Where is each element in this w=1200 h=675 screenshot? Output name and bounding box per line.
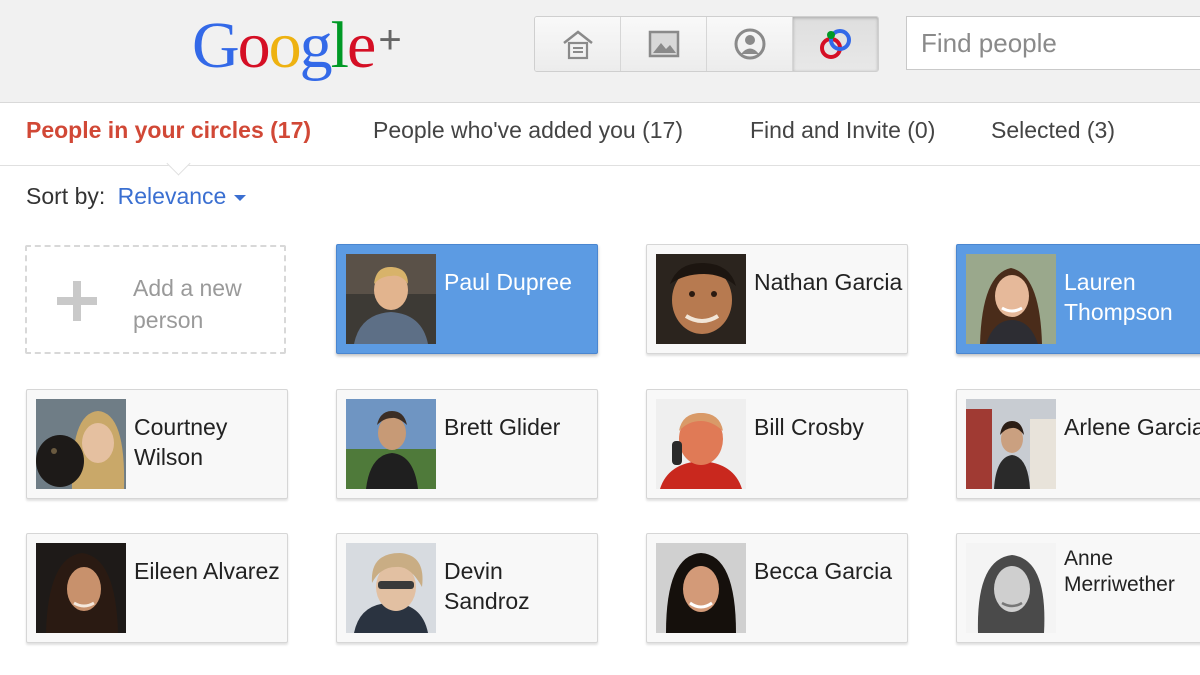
avatar <box>346 254 436 344</box>
avatar <box>36 399 126 489</box>
person-card[interactable]: Lauren Thompson <box>956 244 1200 354</box>
avatar <box>346 399 436 489</box>
active-tab-indicator <box>166 151 191 176</box>
person-card[interactable]: Courtney Wilson <box>26 389 288 499</box>
person-name: Devin Sandroz <box>444 558 530 614</box>
person-card[interactable]: Becca Garcia <box>646 533 908 643</box>
person-name: Arlene Garcia <box>1064 414 1200 440</box>
home-stream-icon <box>562 30 593 60</box>
main-nav <box>534 16 879 72</box>
person-name: Nathan Garcia <box>754 269 903 295</box>
avatar <box>966 254 1056 344</box>
avatar <box>656 399 746 489</box>
plus-icon <box>57 281 97 321</box>
tab-selected[interactable]: Selected (3) <box>991 117 1115 144</box>
sort-value: Relevance <box>117 183 227 209</box>
person-name: Anne Merriwether <box>1064 547 1175 596</box>
person-card[interactable]: Paul Dupree <box>336 244 598 354</box>
circles-icon <box>819 29 851 59</box>
nav-circles-button[interactable] <box>793 17 878 71</box>
avatar <box>656 543 746 633</box>
avatar <box>966 399 1056 489</box>
tab-find-and-invite[interactable]: Find and Invite (0) <box>750 117 935 144</box>
logo-letter: l <box>330 9 349 82</box>
tab-people-who-added-you[interactable]: People who've added you (17) <box>373 117 683 144</box>
person-card[interactable]: Anne Merriwether <box>956 533 1200 643</box>
profile-icon <box>734 28 765 60</box>
add-new-person-card[interactable]: Add a new person <box>25 245 286 354</box>
avatar <box>656 254 746 344</box>
tab-people-in-circles[interactable]: People in your circles (17) <box>26 117 311 144</box>
nav-home-button[interactable] <box>535 17 621 71</box>
photos-icon <box>648 30 679 58</box>
person-card[interactable]: Eileen Alvarez <box>26 533 288 643</box>
person-card[interactable]: Bill Crosby <box>646 389 908 499</box>
chevron-down-icon <box>234 194 247 201</box>
person-name: Bill Crosby <box>754 414 864 440</box>
person-card[interactable]: Devin Sandroz <box>336 533 598 643</box>
google-plus-logo[interactable]: G o o g l e + <box>192 8 402 88</box>
sort-dropdown[interactable]: Relevance <box>118 183 247 209</box>
circle-tabs: People in your circles (17) People who'v… <box>0 103 1200 176</box>
logo-letter: o <box>237 9 271 82</box>
logo-letter: G <box>192 9 240 82</box>
find-people-input[interactable] <box>906 16 1200 70</box>
sort-control: Sort by: Relevance <box>26 183 247 210</box>
logo-letter: o <box>268 9 302 82</box>
person-card[interactable]: Brett Glider <box>336 389 598 499</box>
top-bar: G o o g l e + <box>0 0 1200 103</box>
person-name: Becca Garcia <box>754 558 893 584</box>
avatar <box>966 543 1056 633</box>
avatar <box>36 543 126 633</box>
person-name: Eileen Alvarez <box>134 558 280 584</box>
logo-plus: + <box>378 18 402 62</box>
avatar <box>346 543 436 633</box>
person-card[interactable]: Arlene Garcia <box>956 389 1200 499</box>
person-name: Lauren Thompson <box>1064 269 1173 325</box>
logo-letter: g <box>299 9 333 82</box>
person-name: Paul Dupree <box>444 269 572 295</box>
nav-photos-button[interactable] <box>621 17 707 71</box>
logo-letter: e <box>347 9 376 82</box>
person-name: Brett Glider <box>444 414 561 440</box>
person-name: Courtney Wilson <box>134 414 228 470</box>
add-new-person-label: Add a new person <box>133 275 242 333</box>
sort-label: Sort by: <box>26 183 106 209</box>
person-card[interactable]: Nathan Garcia <box>646 244 908 354</box>
nav-profile-button[interactable] <box>707 17 793 71</box>
